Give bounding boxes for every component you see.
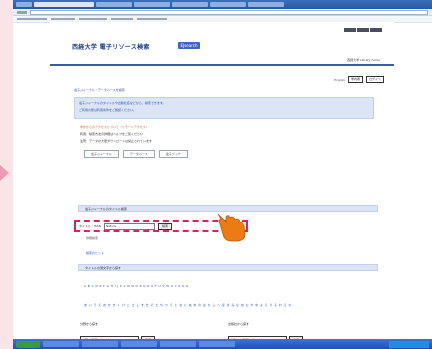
alpha-en-index[interactable]: A B C D E F G H I J K L M N O P Q R S T …: [84, 284, 384, 288]
notice-title-link[interactable]: 電子ジャーナル・データベースを検索: [74, 88, 125, 92]
browser-tab-active[interactable]: [34, 2, 94, 7]
tab-databases[interactable]: データベース: [122, 150, 155, 158]
publisher-heading: 出版社から探す: [228, 322, 250, 326]
notice-line: ご利用の際は利用条件をご確認ください。: [79, 108, 137, 112]
info-item: 利用：検索方法の詳細はヘルプをご覧ください: [80, 132, 144, 136]
info-list: 学外からのアクセスについて（リモートアクセス） 利用：検索方法の詳細はヘルプをご…: [80, 125, 340, 146]
title-bar: [13, 0, 432, 9]
service-badge: EJsearch: [178, 42, 200, 49]
taskbar-item[interactable]: [121, 341, 157, 347]
info-item: 注意：データの大量ダウンロードは禁止されています: [80, 139, 152, 143]
header-nav: [344, 28, 382, 32]
resource-tabs: 電子ジャーナル データベース 電子ブック: [84, 150, 188, 158]
taskbar: [13, 339, 432, 349]
browser-tab[interactable]: [96, 2, 132, 7]
alpha-search-header: タイトルの頭文字から探す: [78, 264, 378, 271]
login-button[interactable]: ログイン: [365, 76, 384, 83]
nav-back-icon[interactable]: [17, 10, 27, 14]
notice-line: 電子ジャーナルのタイトルや出版社名などから、検索できます。: [79, 101, 166, 105]
bookmark-item[interactable]: [137, 18, 167, 20]
taskbar-item[interactable]: [82, 341, 118, 347]
start-button[interactable]: [16, 340, 40, 348]
search-label: タイトル・ISSN: [79, 224, 101, 228]
tab-journals[interactable]: 電子ジャーナル: [84, 150, 119, 158]
bookmark-item[interactable]: [17, 18, 47, 20]
taskbar-item[interactable]: [43, 341, 79, 347]
browser-tab[interactable]: [134, 2, 170, 7]
page-content: 西経大学 電子リソース検索 EJsearch 西経大学 Library home…: [50, 22, 394, 344]
language-link[interactable]: English: [334, 78, 345, 82]
site-logo: 西経大学 電子リソース検索: [72, 44, 150, 51]
header-nav-item[interactable]: [357, 28, 369, 32]
tab-ebooks[interactable]: 電子ブック: [158, 150, 188, 158]
search-input[interactable]: Nature: [103, 222, 155, 230]
header-nav-item[interactable]: [370, 28, 382, 32]
alpha-ja-index[interactable]: あ い う え お か き く け こ さ し す せ そ た ち つ て と …: [84, 303, 384, 307]
search-tips-link[interactable]: 検索のヒント: [86, 251, 104, 255]
notice-box: 電子ジャーナルのタイトルや出版社名などから、検索できます。 ご利用の際は利用条件…: [74, 97, 374, 119]
site-header: 西経大学 電子リソース検索 EJsearch 西経大学 Library home: [50, 22, 394, 66]
browser-tab[interactable]: [210, 2, 246, 7]
bookmark-item[interactable]: [111, 18, 133, 20]
subject-heading: 分野から探す: [80, 322, 99, 326]
taskbar-item[interactable]: [199, 341, 235, 347]
browser-tab[interactable]: [172, 2, 208, 7]
bookmark-item[interactable]: [51, 18, 75, 20]
browser-tab[interactable]: [248, 2, 284, 7]
window-icon: [16, 2, 32, 7]
library-home-link[interactable]: 西経大学 Library home: [347, 58, 380, 62]
url-field[interactable]: [30, 9, 428, 15]
search-button[interactable]: 検索: [157, 222, 172, 230]
arrow-right-icon: [0, 165, 9, 181]
top-links: English 学内者 ログイン: [334, 76, 384, 83]
browser-window: 西経大学 電子リソース検索 EJsearch 西経大学 Library home…: [13, 0, 432, 349]
hand-pointer-icon: [217, 213, 246, 242]
system-tray: [389, 340, 429, 348]
taskbar-item[interactable]: [160, 341, 196, 347]
bookmark-item[interactable]: [79, 18, 107, 20]
campus-button[interactable]: 学内者: [347, 76, 363, 83]
remote-access-link[interactable]: 学外からのアクセスについて（リモートアクセス）: [80, 125, 340, 129]
advanced-search-link[interactable]: 詳細検索: [86, 236, 98, 240]
header-nav-item[interactable]: [344, 28, 356, 32]
address-bar: [13, 9, 432, 16]
